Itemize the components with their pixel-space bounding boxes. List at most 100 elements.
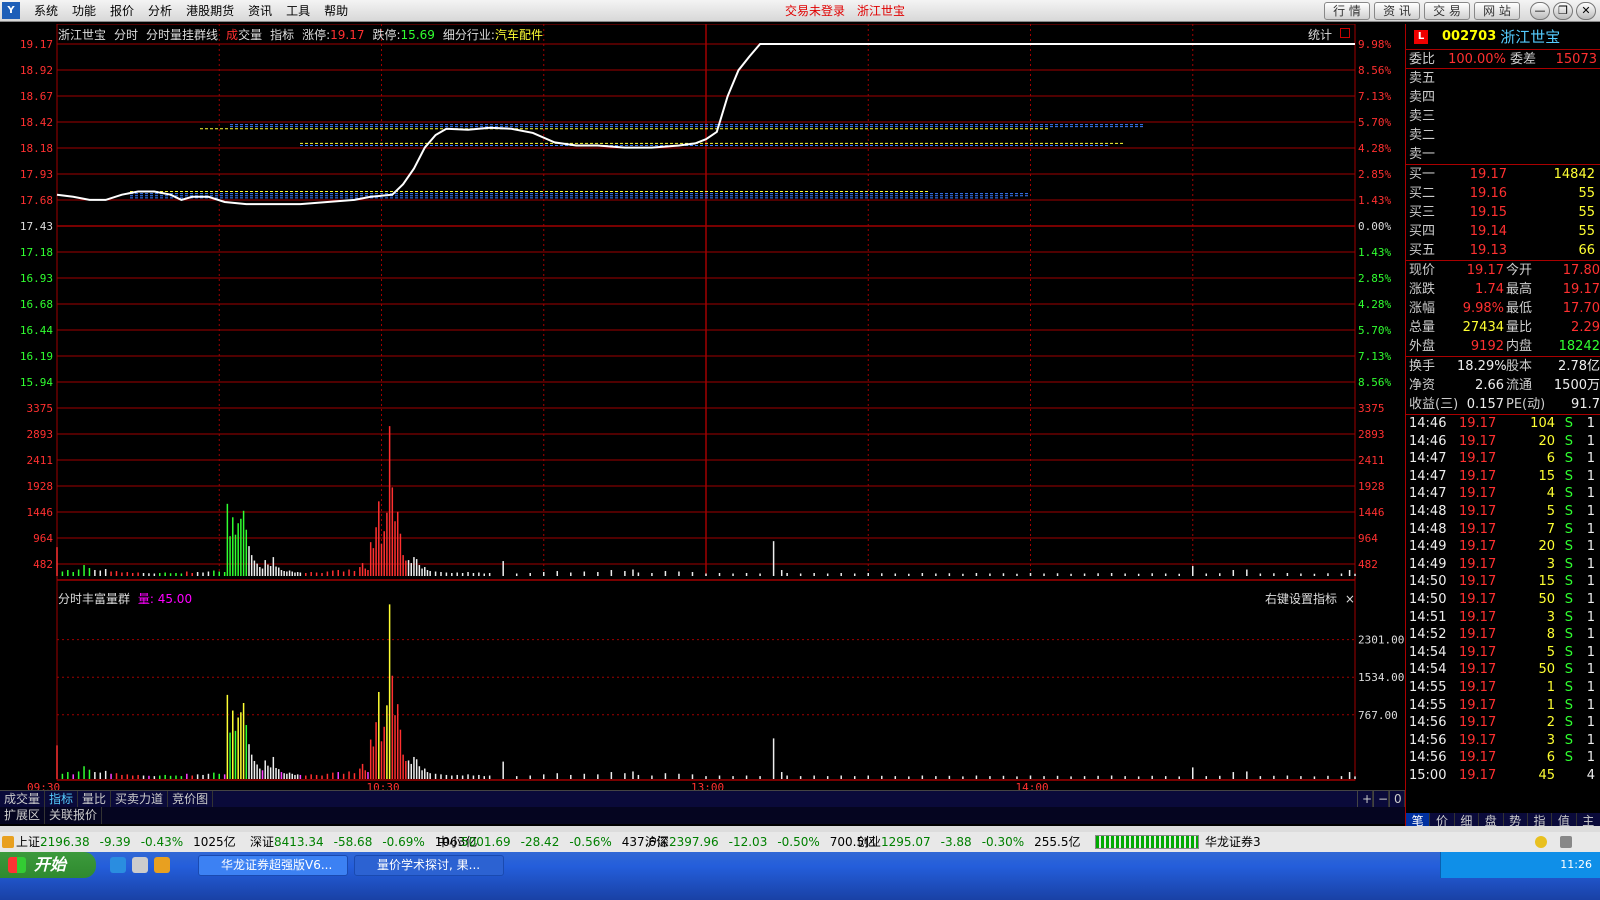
tick-trade-row[interactable]: 14:56 19.17 2 S 1: [1406, 714, 1600, 732]
tab-extension-area[interactable]: 扩展区: [0, 807, 46, 824]
task-huolong-app[interactable]: 华龙证券超强版V6...: [198, 855, 348, 876]
desktop-icon[interactable]: [132, 857, 148, 873]
sub-panel-close-icon[interactable]: ×: [1345, 592, 1355, 606]
tick-trades-list[interactable]: 14:46 19.17 104 S 1 14:46 19.17 20 S 1 14:47 19.17 6…: [1406, 415, 1600, 784]
index-label[interactable]: 指标: [270, 26, 294, 43]
tick-trade-row[interactable]: 14:49 19.17 3 S 1: [1406, 556, 1600, 574]
website-button[interactable]: 网 站: [1474, 2, 1520, 20]
tab-volume-ratio[interactable]: 量比: [78, 791, 112, 807]
task-browser[interactable]: 量价学术探讨, 果...: [354, 855, 504, 876]
connection-icon[interactable]: [1560, 836, 1572, 848]
tick-trade-row[interactable]: 14:50 19.17 15 S 1: [1406, 573, 1600, 591]
tab-related-quotes[interactable]: 关联报价: [45, 807, 103, 824]
trade-button[interactable]: 交 易: [1424, 2, 1470, 20]
login-status-text[interactable]: 交易未登录: [785, 0, 845, 22]
tick-trade-row[interactable]: 14:55 19.17 1 S 1: [1406, 697, 1600, 715]
tick-trade-row[interactable]: 14:47 19.17 15 S 1: [1406, 468, 1600, 486]
tick-trade-row[interactable]: 14:54 19.17 50 S 1: [1406, 661, 1600, 679]
trade-volume: 5: [1546, 644, 1555, 660]
index-quote[interactable]: 沪深2397.96 -12.03 -0.50% 700.5亿: [645, 832, 876, 852]
index-quote[interactable]: 创业1295.07 -3.88 -0.30% 255.5亿: [857, 832, 1081, 852]
minimize-icon[interactable]: —: [1530, 2, 1550, 20]
news-button[interactable]: 资 讯: [1374, 2, 1420, 20]
menu-tools[interactable]: 工具: [279, 0, 317, 22]
stats-button[interactable]: 统计: [1308, 26, 1332, 43]
sell-level-row[interactable]: 卖五: [1406, 69, 1600, 88]
fundamental-value: 1500万: [1553, 378, 1600, 393]
tick-trade-row[interactable]: 14:48 19.17 5 S 1: [1406, 503, 1600, 521]
sub-indicator-name[interactable]: 分时丰富量群: [58, 592, 130, 606]
industry-value[interactable]: 汽车配件: [495, 28, 543, 42]
tick-trade-row[interactable]: 14:56 19.17 6 S 1: [1406, 749, 1600, 767]
media-icon[interactable]: [154, 857, 170, 873]
ie-icon[interactable]: [110, 857, 126, 873]
status-info-icon[interactable]: [1535, 836, 1547, 848]
tick-trade-row[interactable]: 14:54 19.17 5 S 1: [1406, 644, 1600, 662]
chart-period[interactable]: 分时: [114, 26, 138, 43]
zoom-out-button[interactable]: −: [1373, 791, 1389, 807]
menu-help[interactable]: 帮助: [317, 0, 355, 22]
tick-trade-row[interactable]: 14:55 19.17 1 S 1: [1406, 679, 1600, 697]
price-tick-label: 18.42: [20, 116, 53, 129]
status-menu-icon[interactable]: [2, 836, 14, 848]
quote-button[interactable]: 行 情: [1324, 2, 1370, 20]
sell-level-row[interactable]: 卖一: [1406, 145, 1600, 164]
stock-name[interactable]: 浙江世宝: [1500, 26, 1560, 47]
buy-level-row[interactable]: 买三 19.15 55: [1406, 203, 1600, 222]
intraday-chart[interactable]: 19.17 18.92 18.67 18.42 18.18 17.93 17.68 17.43…: [0, 24, 1405, 794]
tab-volume[interactable]: 成交量: [0, 791, 46, 807]
clock[interactable]: 11:26: [1560, 858, 1592, 871]
volume-label[interactable]: 成交量: [226, 26, 262, 43]
index-quote[interactable]: 中小5001.69 -28.42 -0.56% 437.6亿: [437, 832, 668, 852]
chart-grid: [56, 24, 1356, 781]
buy-level-row[interactable]: 买五 19.13 66: [1406, 241, 1600, 260]
tick-trade-row[interactable]: 15:00 19.17 45 4: [1406, 767, 1600, 785]
quote-summary: 现价 19.17 今开 17.80 涨跌 1.74 最高 19.17 涨幅 9.98% 最低 17.7…: [1406, 261, 1600, 357]
sell-level-row[interactable]: 卖三: [1406, 107, 1600, 126]
menu-analysis[interactable]: 分析: [141, 0, 179, 22]
quote-value: 17.80: [1562, 263, 1600, 278]
start-button[interactable]: 开始: [0, 852, 96, 878]
pct-tick-label: 7.13%: [1358, 350, 1391, 363]
menu-system[interactable]: 系统: [27, 0, 65, 22]
menu-news[interactable]: 资讯: [241, 0, 279, 22]
index-amount: 1025亿: [193, 835, 236, 849]
restore-icon[interactable]: ❐: [1553, 2, 1573, 20]
pct-tick-label: 0.00%: [1358, 220, 1391, 233]
menu-hk-futures[interactable]: 港股期货: [179, 0, 241, 22]
sell-level-volume: [1517, 145, 1597, 164]
tick-trade-row[interactable]: 14:50 19.17 50 S 1: [1406, 591, 1600, 609]
menu-quote[interactable]: 报价: [103, 0, 141, 22]
tab-indicator[interactable]: 指标: [45, 791, 79, 807]
buy-level-row[interactable]: 买二 19.16 55: [1406, 184, 1600, 203]
chart-canvas[interactable]: 19.17 18.92 18.67 18.42 18.18 17.93 17.68 17.43…: [0, 24, 1405, 790]
tick-trade-row[interactable]: 14:46 19.17 20 S 1: [1406, 433, 1600, 451]
tick-trade-row[interactable]: 14:49 19.17 20 S 1: [1406, 538, 1600, 556]
tick-trade-row[interactable]: 14:46 19.17 104 S 1: [1406, 415, 1600, 433]
right-click-settings-hint[interactable]: 右键设置指标: [1265, 592, 1337, 606]
tick-trade-row[interactable]: 14:51 19.17 3 S 1: [1406, 609, 1600, 627]
tick-trade-row[interactable]: 14:48 19.17 7 S 1: [1406, 521, 1600, 539]
buy-level-row[interactable]: 买一 19.17 14842: [1406, 165, 1600, 184]
panel-toggle-icon[interactable]: [1340, 28, 1350, 38]
volume-tick-label: 2411: [27, 454, 54, 467]
tick-trade-row[interactable]: 14:52 19.17 8 S 1: [1406, 626, 1600, 644]
volume-label-rest: 交量: [238, 28, 263, 42]
buy-level-price: 19.17: [1469, 167, 1507, 182]
tick-trade-row[interactable]: 14:47 19.17 4 S 1: [1406, 485, 1600, 503]
index-quote[interactable]: 上证2196.38 -9.39 -0.43% 1025亿: [16, 832, 236, 852]
sell-level-row[interactable]: 卖二: [1406, 126, 1600, 145]
menu-function[interactable]: 功能: [65, 0, 103, 22]
tick-trade-row[interactable]: 14:56 19.17 3 S 1: [1406, 732, 1600, 750]
quote-key: 内盘: [1506, 339, 1533, 354]
zoom-reset-button[interactable]: 0: [1389, 791, 1405, 807]
buy-level-row[interactable]: 买四 19.14 55: [1406, 222, 1600, 241]
tab-auction-chart[interactable]: 竞价图: [168, 791, 214, 807]
chart-indicator-name[interactable]: 分时量挂群线: [146, 26, 218, 43]
zoom-in-button[interactable]: +: [1357, 791, 1373, 807]
tick-trade-row[interactable]: 14:47 19.17 6 S 1: [1406, 450, 1600, 468]
tab-buy-sell-power[interactable]: 买卖力道: [111, 791, 169, 807]
close-icon[interactable]: ✕: [1576, 2, 1596, 20]
sell-level-row[interactable]: 卖四: [1406, 88, 1600, 107]
fundamental-key: 收益(三): [1409, 397, 1459, 412]
